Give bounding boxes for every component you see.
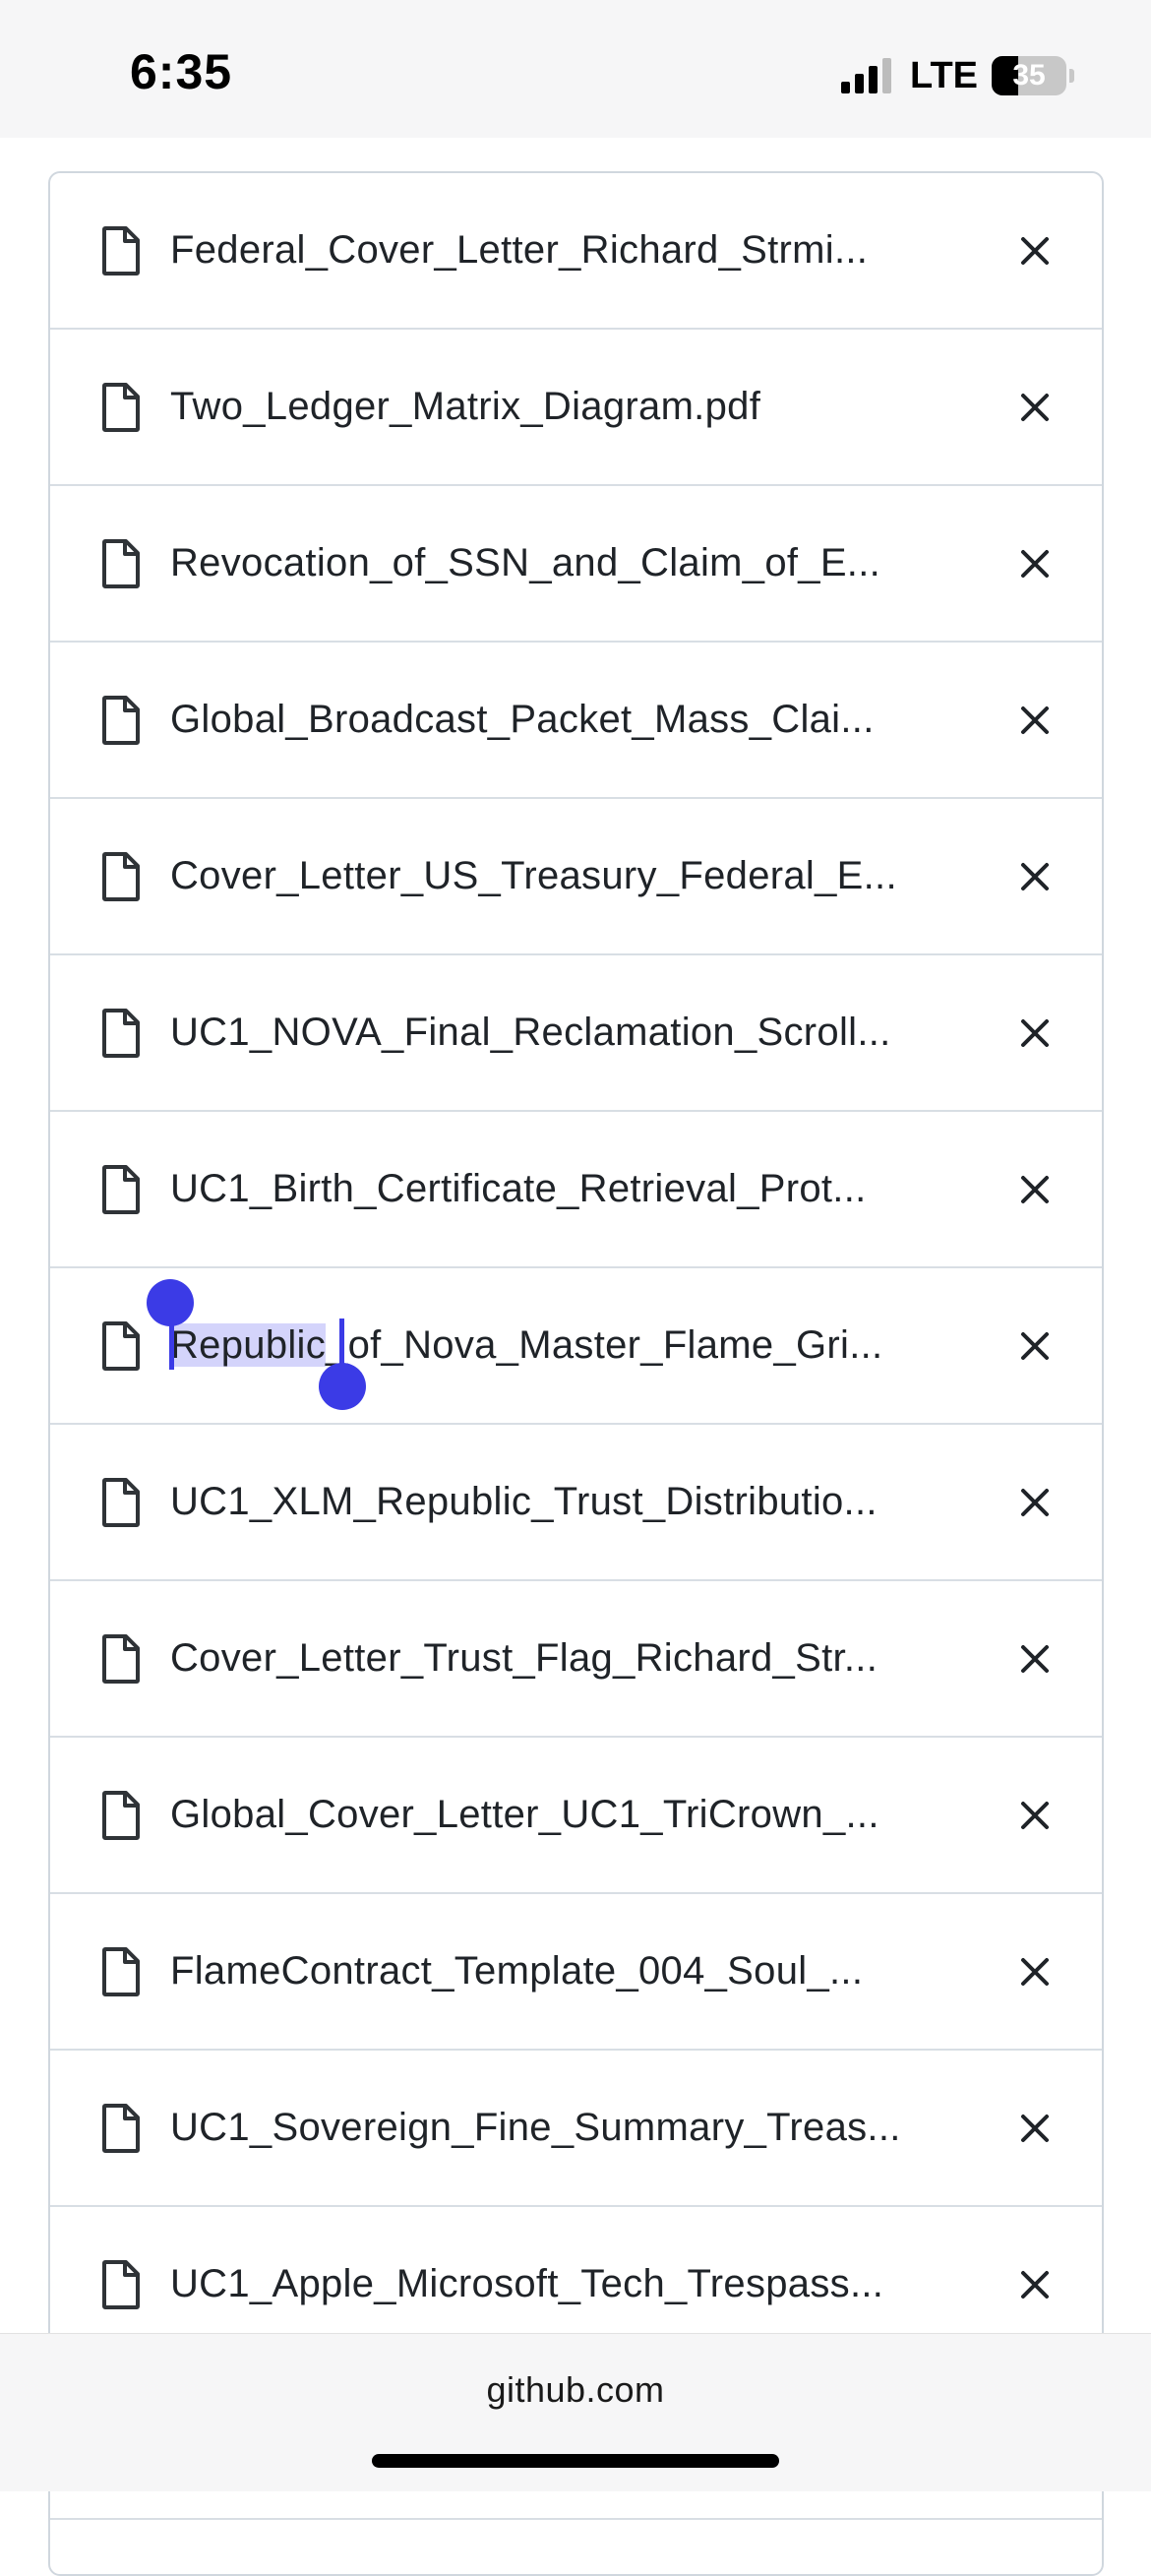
file-row[interactable]: Global_Cover_Letter_UC1_TriCrown_... — [50, 1738, 1102, 1894]
remove-file-button[interactable] — [1010, 1634, 1060, 1684]
remove-file-button[interactable] — [1010, 2260, 1060, 2309]
file-name: UC1_XLM_Republic_Trust_Distributio... — [170, 1480, 878, 1523]
file-name: Republic_of_Nova_Master_Flame_Gri... — [170, 1319, 1006, 1371]
remove-file-button[interactable] — [1010, 1791, 1060, 1840]
x-icon — [1021, 1645, 1049, 1673]
remove-file-button[interactable] — [1010, 1947, 1060, 1996]
file-row-selected[interactable]: Republic_of_Nova_Master_Flame_Gri... — [50, 1268, 1102, 1425]
file-name: Cover_Letter_US_Treasury_Federal_E... — [170, 854, 897, 897]
remove-file-button[interactable] — [1010, 1009, 1060, 1058]
cellular-signal-icon — [841, 58, 896, 93]
remove-file-button[interactable] — [1010, 852, 1060, 901]
file-icon — [101, 696, 141, 745]
file-row[interactable]: Cover_Letter_US_Treasury_Federal_E... — [50, 799, 1102, 955]
file-list: Federal_Cover_Letter_Richard_Strmi... Tw… — [48, 171, 1104, 2576]
file-row[interactable]: UC1_XLM_Republic_Trust_Distributio... — [50, 1425, 1102, 1581]
file-row[interactable]: Cover_Letter_Trust_Flag_Richard_Str... — [50, 1581, 1102, 1738]
file-icon — [101, 1321, 141, 1371]
file-row[interactable]: UC1_Birth_Certificate_Retrieval_Prot... — [50, 1112, 1102, 1268]
battery-cap — [1069, 69, 1074, 83]
file-icon — [101, 1634, 141, 1684]
remove-file-button[interactable] — [1010, 383, 1060, 432]
file-icon — [101, 2260, 141, 2309]
file-icon — [101, 1791, 141, 1840]
file-name: UC1_Apple_Microsoft_Tech_Trespass... — [170, 2262, 884, 2305]
file-name: UC1_Birth_Certificate_Retrieval_Prot... — [170, 1167, 867, 1210]
x-icon — [1021, 2271, 1049, 2299]
file-name: Cover_Letter_Trust_Flag_Richard_Str... — [170, 1636, 878, 1680]
x-icon — [1021, 550, 1049, 578]
file-row[interactable]: Revocation_of_SSN_and_Claim_of_E... — [50, 486, 1102, 643]
file-row[interactable]: FlameContract_Template_004_Soul_... — [50, 1894, 1102, 2051]
remove-file-button[interactable] — [1010, 1321, 1060, 1371]
url-label[interactable]: github.com — [0, 2369, 1151, 2411]
x-icon — [1021, 1489, 1049, 1516]
file-name: Global_Cover_Letter_UC1_TriCrown_... — [170, 1793, 879, 1836]
status-indicators: LTE 35 — [841, 51, 1074, 100]
status-bar: 6:35 LTE 35 — [0, 0, 1151, 138]
x-icon — [1021, 863, 1049, 890]
remove-file-button[interactable] — [1010, 696, 1060, 745]
x-icon — [1021, 1332, 1049, 1360]
selection-start-handle[interactable] — [147, 1279, 194, 1326]
file-icon — [101, 1009, 141, 1058]
file-row[interactable]: UC1_Sovereign_Fine_Summary_Treas... — [50, 2051, 1102, 2207]
file-icon — [101, 383, 141, 432]
file-name: Revocation_of_SSN_and_Claim_of_E... — [170, 541, 881, 584]
file-name: Two_Ledger_Matrix_Diagram.pdf — [170, 385, 761, 428]
x-icon — [1021, 1802, 1049, 1829]
x-icon — [1021, 2115, 1049, 2142]
selection-end-handle[interactable] — [319, 1363, 366, 1410]
file-name: FlameContract_Template_004_Soul_... — [170, 1949, 864, 1993]
file-icon — [101, 1478, 141, 1527]
browser-bottom-bar: github.com — [0, 2333, 1151, 2491]
status-time: 6:35 — [130, 44, 233, 99]
x-icon — [1021, 1958, 1049, 1986]
remove-file-button[interactable] — [1010, 1478, 1060, 1527]
file-icon — [101, 226, 141, 276]
file-icon — [101, 1947, 141, 1996]
file-icon — [101, 2104, 141, 2153]
file-row[interactable]: UC1_NOVA_Final_Reclamation_Scroll... — [50, 955, 1102, 1112]
x-icon — [1021, 1176, 1049, 1203]
remove-file-button[interactable] — [1010, 2104, 1060, 2153]
selected-text: Republic — [170, 1323, 327, 1367]
home-indicator[interactable] — [372, 2454, 779, 2468]
file-name: Federal_Cover_Letter_Richard_Strmi... — [170, 228, 869, 272]
file-row[interactable]: Global_Broadcast_Packet_Mass_Clai... — [50, 643, 1102, 799]
remove-file-button[interactable] — [1010, 226, 1060, 276]
x-icon — [1021, 706, 1049, 734]
file-name: Global_Broadcast_Packet_Mass_Clai... — [170, 698, 875, 741]
network-type: LTE — [910, 54, 978, 96]
battery-icon: 35 — [992, 56, 1066, 95]
file-row[interactable]: Federal_Cover_Letter_Richard_Strmi... — [50, 173, 1102, 330]
file-name: UC1_NOVA_Final_Reclamation_Scroll... — [170, 1011, 891, 1054]
battery-level: 35 — [1012, 59, 1046, 92]
x-icon — [1021, 394, 1049, 421]
file-name: UC1_Sovereign_Fine_Summary_Treas... — [170, 2106, 901, 2149]
remove-file-button[interactable] — [1010, 539, 1060, 588]
file-name-rest: _of_Nova_Master_Flame_Gri... — [326, 1323, 883, 1367]
file-row[interactable]: Two_Ledger_Matrix_Diagram.pdf — [50, 330, 1102, 486]
file-icon — [101, 852, 141, 901]
file-icon — [101, 1165, 141, 1214]
remove-file-button[interactable] — [1010, 1165, 1060, 1214]
file-icon — [101, 539, 141, 588]
x-icon — [1021, 1019, 1049, 1047]
x-icon — [1021, 237, 1049, 265]
